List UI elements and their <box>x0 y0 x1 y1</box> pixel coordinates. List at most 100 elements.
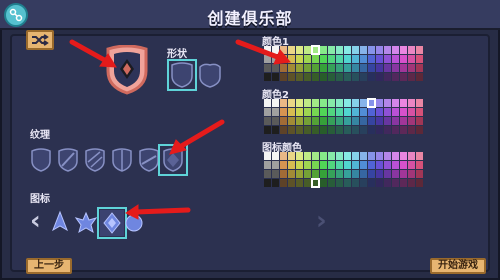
color-swatch[interactable] <box>408 108 415 116</box>
color-swatch[interactable] <box>312 73 319 81</box>
color-swatch[interactable] <box>392 46 399 54</box>
color-swatch[interactable] <box>280 108 287 116</box>
color-swatch[interactable] <box>304 64 311 72</box>
color-swatch[interactable] <box>384 64 391 72</box>
color-swatch[interactable] <box>376 46 383 54</box>
color-swatch[interactable] <box>264 64 271 72</box>
color-swatch[interactable] <box>320 46 327 54</box>
color-swatch[interactable] <box>352 179 359 187</box>
color-swatch[interactable] <box>360 179 367 187</box>
color-swatch[interactable] <box>328 99 335 107</box>
color-swatch[interactable] <box>304 126 311 134</box>
color-swatch[interactable] <box>360 73 367 81</box>
color-swatch[interactable] <box>312 46 319 54</box>
color-swatch[interactable] <box>400 152 407 160</box>
color-swatch[interactable] <box>376 170 383 178</box>
color-swatch[interactable] <box>392 152 399 160</box>
color-swatch[interactable] <box>320 99 327 107</box>
color-swatch[interactable] <box>280 170 287 178</box>
texture-option-4[interactable] <box>111 148 133 172</box>
color-swatch[interactable] <box>296 126 303 134</box>
color-swatch[interactable] <box>400 179 407 187</box>
color-swatch[interactable] <box>344 55 351 63</box>
color-swatch[interactable] <box>392 161 399 169</box>
color-swatch[interactable] <box>392 179 399 187</box>
color-swatch[interactable] <box>328 170 335 178</box>
color-swatch[interactable] <box>416 108 423 116</box>
color-swatch[interactable] <box>264 55 271 63</box>
color-swatch[interactable] <box>312 117 319 125</box>
color-swatch[interactable] <box>408 170 415 178</box>
color-swatch[interactable] <box>264 99 271 107</box>
color-swatch[interactable] <box>344 108 351 116</box>
color-swatch[interactable] <box>384 55 391 63</box>
color-swatch[interactable] <box>288 46 295 54</box>
color-swatch[interactable] <box>400 108 407 116</box>
color-swatch[interactable] <box>272 64 279 72</box>
color-swatch[interactable] <box>368 73 375 81</box>
color-swatch[interactable] <box>280 99 287 107</box>
color-swatch[interactable] <box>352 108 359 116</box>
color-swatch[interactable] <box>376 126 383 134</box>
texture-option-5[interactable] <box>138 148 160 172</box>
color-swatch[interactable] <box>312 99 319 107</box>
texture-option-2[interactable] <box>57 148 79 172</box>
color-swatch[interactable] <box>328 73 335 81</box>
color-swatch[interactable] <box>376 179 383 187</box>
color-swatch[interactable] <box>360 108 367 116</box>
back-button[interactable]: 上一步 <box>26 258 72 274</box>
color-swatch[interactable] <box>360 55 367 63</box>
color-swatch[interactable] <box>296 179 303 187</box>
color-swatch[interactable] <box>280 161 287 169</box>
color-swatch[interactable] <box>272 152 279 160</box>
color-swatch[interactable] <box>360 99 367 107</box>
color-swatch[interactable] <box>368 108 375 116</box>
color-swatch[interactable] <box>320 161 327 169</box>
color-swatch[interactable] <box>296 152 303 160</box>
color-swatch[interactable] <box>296 170 303 178</box>
color-swatch[interactable] <box>336 73 343 81</box>
color-swatch[interactable] <box>400 64 407 72</box>
randomize-button[interactable] <box>26 30 54 50</box>
color-swatch[interactable] <box>312 126 319 134</box>
color-swatch[interactable] <box>336 46 343 54</box>
color-swatch[interactable] <box>280 73 287 81</box>
color-swatch[interactable] <box>296 64 303 72</box>
color-swatch[interactable] <box>280 117 287 125</box>
color-swatch[interactable] <box>328 64 335 72</box>
color-swatch[interactable] <box>376 108 383 116</box>
color-swatch[interactable] <box>320 152 327 160</box>
color-swatch[interactable] <box>384 152 391 160</box>
color-swatch[interactable] <box>296 55 303 63</box>
color-swatch[interactable] <box>416 117 423 125</box>
color-swatch[interactable] <box>408 179 415 187</box>
color-swatch[interactable] <box>336 152 343 160</box>
color-swatch[interactable] <box>280 179 287 187</box>
color-swatch[interactable] <box>296 99 303 107</box>
color-swatch[interactable] <box>312 170 319 178</box>
color-swatch[interactable] <box>408 55 415 63</box>
color-swatch[interactable] <box>336 108 343 116</box>
color-swatch[interactable] <box>376 152 383 160</box>
color-swatch[interactable] <box>336 64 343 72</box>
color-swatch[interactable] <box>288 117 295 125</box>
color-swatch[interactable] <box>320 73 327 81</box>
color-swatch[interactable] <box>304 179 311 187</box>
color-swatch[interactable] <box>296 46 303 54</box>
color-swatch[interactable] <box>304 55 311 63</box>
color-swatch[interactable] <box>384 99 391 107</box>
color-swatch[interactable] <box>336 117 343 125</box>
color-swatch[interactable] <box>288 55 295 63</box>
color-swatch[interactable] <box>416 46 423 54</box>
color-swatch[interactable] <box>328 126 335 134</box>
color-swatch[interactable] <box>272 117 279 125</box>
color-swatch[interactable] <box>392 99 399 107</box>
color-swatch[interactable] <box>304 46 311 54</box>
color-swatch[interactable] <box>272 179 279 187</box>
color-swatch[interactable] <box>416 55 423 63</box>
color-swatch[interactable] <box>376 55 383 63</box>
color-swatch[interactable] <box>392 170 399 178</box>
color-swatch[interactable] <box>352 55 359 63</box>
color-swatch[interactable] <box>264 161 271 169</box>
color-swatch[interactable] <box>416 179 423 187</box>
